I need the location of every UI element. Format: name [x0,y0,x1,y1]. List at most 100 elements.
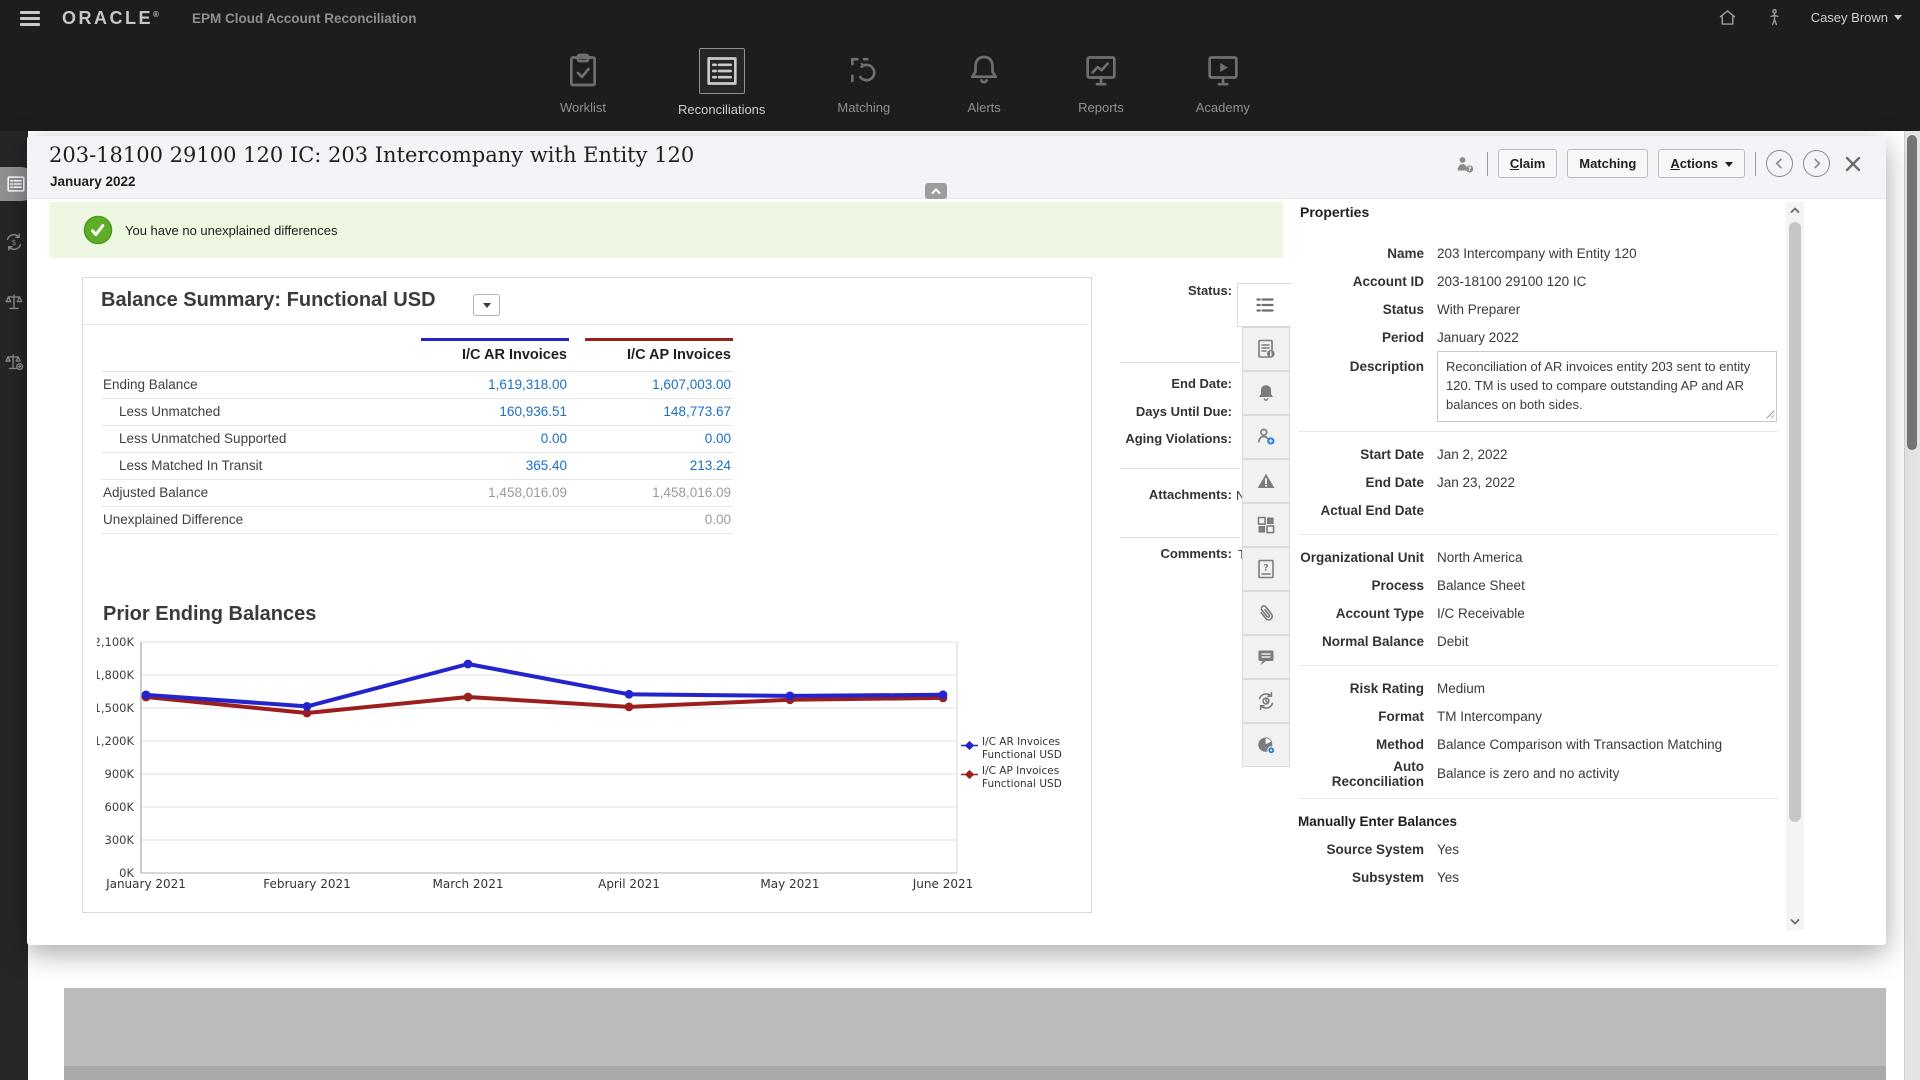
toolbar-attributes-tiles-button[interactable] [1242,503,1290,547]
collapse-summary-button[interactable] [925,183,947,199]
balance-value-ap[interactable]: 0.00 [585,426,733,452]
balance-row-label: Less Unmatched Supported [101,426,421,452]
nav-label: Matching [837,100,890,115]
hamburger-menu-icon[interactable] [20,11,40,27]
balance-summary-card: Balance Summary: Functional USD I/C AR I… [82,277,1092,913]
next-button[interactable] [1803,150,1830,177]
nav-item-reports[interactable]: Reports [1078,48,1124,117]
instructions-doc-icon [1254,337,1278,361]
chart-title: Prior Ending Balances [103,603,316,626]
toolbar-alerts-bell-button[interactable] [1242,371,1290,415]
alerts-bell-icon [1254,381,1278,405]
property-value: Debit [1437,634,1778,649]
background-page-footer [64,1066,1886,1080]
nav-item-worklist[interactable]: Worklist [560,48,606,117]
toolbar-warnings-triangle-button[interactable] [1242,459,1290,503]
toolbar-workflow-users-button[interactable] [1242,415,1290,459]
balance-scale-icon[interactable] [3,291,25,313]
nav-label: Reconciliations [678,102,765,117]
property-value: With Preparer [1437,302,1778,317]
close-icon[interactable] [1844,155,1862,173]
comments-bubble-icon [1254,645,1278,669]
toolbar-attachments-paperclip-button[interactable] [1242,591,1290,635]
balance-value-ar[interactable]: 365.40 [421,453,569,479]
toolbar-aging-pie-button[interactable] [1242,723,1290,767]
caret-down-icon [483,303,491,308]
balance-value-ap[interactable]: 213.24 [585,453,733,479]
property-row: Period January 2022 [1298,323,1778,351]
nav-item-reconciliations[interactable]: Reconciliations [678,48,765,117]
claim-button[interactable]: Claim [1498,149,1557,178]
property-label: Status [1298,302,1424,317]
toolbar-prior-reconciliations-sync-button[interactable] [1242,679,1290,723]
properties-group: Start Date Jan 2, 2022End Date Jan 23, 2… [1298,431,1778,534]
toolbar-properties-list-button[interactable] [1237,283,1291,327]
toolbar-questions-doc-button[interactable]: ? [1242,547,1290,591]
balance-row: Less Unmatched 160,936.51 148,773.67 [101,399,733,426]
page-scrollbar[interactable] [1904,131,1920,1080]
academy-play-icon [1201,48,1245,92]
toolbar-instructions-doc-button[interactable] [1242,327,1290,371]
property-value: Jan 2, 2022 [1437,447,1778,462]
previous-button[interactable] [1766,150,1793,177]
attachments-paperclip-icon [1254,601,1278,625]
properties-scrollbar-thumb[interactable] [1789,222,1801,822]
properties-scrollbar[interactable] [1786,202,1804,930]
property-value: 203 Intercompany with Entity 120 [1437,246,1778,261]
home-icon[interactable] [1717,7,1738,28]
scroll-up-icon[interactable] [1786,202,1804,218]
nav-label: Worklist [560,100,606,115]
balance-value-ap[interactable]: 148,773.67 [585,399,733,425]
property-row: Status With Preparer [1298,295,1778,323]
user-help-icon[interactable]: ? [1453,153,1477,175]
balance-scale-add-icon[interactable] [3,351,25,373]
user-menu[interactable]: Casey Brown [1811,10,1902,25]
accessibility-person-icon[interactable] [1764,7,1785,28]
balance-value-ar: 1,458,016.09 [421,480,569,506]
nav-item-matching[interactable]: Matching [837,48,890,117]
property-label: Subsystem [1298,870,1424,885]
background-page-content [64,988,1886,1066]
properties-group: Organizational Unit North AmericaProcess… [1298,534,1778,665]
caret-down-icon [1725,162,1733,167]
success-check-icon [83,215,113,245]
property-value: Balance is zero and no activity [1437,766,1778,781]
property-row: Actual End Date [1298,497,1778,525]
nav-item-alerts[interactable]: Alerts [962,48,1006,117]
svg-text:$: $ [12,238,17,247]
banner-message: You have no unexplained differences [125,223,338,238]
nav-item-academy[interactable]: Academy [1196,48,1250,117]
svg-text:June 2021: June 2021 [912,877,974,891]
balance-value-ap[interactable]: 1,607,003.00 [585,372,733,398]
property-label: Format [1298,709,1424,724]
balance-summary-title: Balance Summary: Functional USD [101,289,436,312]
page-scrollbar-thumb[interactable] [1907,135,1917,450]
balance-value-ar[interactable]: 160,936.51 [421,399,569,425]
property-label: Account ID [1298,274,1424,289]
transactions-money-icon[interactable]: $ [3,231,25,253]
balance-value-ar[interactable]: 0.00 [421,426,569,452]
property-label: Period [1298,330,1424,345]
actions-button[interactable]: Actions [1658,149,1745,178]
property-row: Organizational Unit North America [1298,544,1778,572]
chart-legend: I/C AR InvoicesFunctional USD I/C AP Inv… [961,736,1087,794]
scroll-down-icon[interactable] [1786,914,1804,930]
property-row: Method Balance Comparison with Transacti… [1298,731,1778,759]
balance-summary-table: I/C AR InvoicesI/C AP InvoicesEnding Bal… [101,338,733,534]
resize-grip-icon[interactable] [1764,409,1774,419]
matching-button[interactable]: Matching [1567,149,1648,178]
balance-value-ap: 0.00 [585,507,733,533]
toolbar-comments-bubble-button[interactable] [1242,635,1290,679]
property-label: Organizational Unit [1298,550,1424,565]
balance-summary-dropdown[interactable] [473,294,500,316]
property-row: Description Reconciliation of AR invoice… [1298,351,1778,422]
divider [1120,362,1240,363]
property-value: 203-18100 29100 120 IC [1437,274,1778,289]
balance-value-ar[interactable]: 1,619,318.00 [421,372,569,398]
property-value: Yes [1437,842,1778,857]
description-textarea[interactable]: Reconciliation of AR invoices entity 203… [1437,351,1777,422]
nav-label: Reports [1078,100,1124,115]
status-label: Status: [1062,283,1232,298]
svg-text:1,800K: 1,800K [97,668,134,682]
property-label: Method [1298,737,1424,752]
